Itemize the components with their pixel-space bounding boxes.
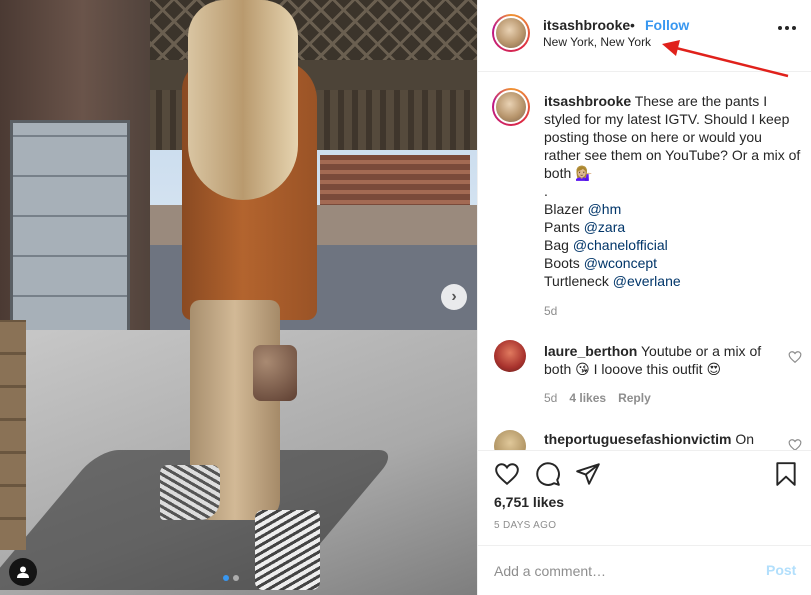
follow-button[interactable]: Follow xyxy=(645,17,689,33)
comment-input[interactable] xyxy=(494,560,744,582)
comment-meta: 5d 4 likes Reply xyxy=(544,391,651,405)
post-photo[interactable]: › xyxy=(0,0,477,595)
author-avatar[interactable] xyxy=(492,14,530,52)
caption-timestamp[interactable]: 5d xyxy=(544,304,557,318)
heart-icon[interactable] xyxy=(788,438,802,450)
comment-item: theportuguesefashionvictim On xyxy=(544,430,779,448)
post-header: itsashbrooke • Follow New York, New York xyxy=(478,0,811,72)
author-username[interactable]: itsashbrooke xyxy=(543,17,630,33)
post-side-panel: itsashbrooke • Follow New York, New York… xyxy=(477,0,811,595)
comment-text: On xyxy=(735,431,755,447)
chevron-right-icon: › xyxy=(451,288,457,305)
photo-boot-left xyxy=(160,465,220,520)
credit-label: Pants xyxy=(544,219,580,235)
photo-wood-wall xyxy=(0,320,26,550)
post-caption: itsashbrooke These are the pants I style… xyxy=(544,92,802,290)
caption-dot: . xyxy=(544,183,548,199)
comment-username[interactable]: theportuguesefashionvictim xyxy=(544,431,731,447)
carousel-dot xyxy=(223,575,229,581)
tagged-users-button[interactable] xyxy=(9,558,37,586)
comments-section: itsashbrooke These are the pants I style… xyxy=(478,72,811,450)
credit-label: Boots xyxy=(544,255,580,271)
comment-item: laure_berthon Youtube or a mix of both 😘… xyxy=(544,342,779,378)
photo-garage-door xyxy=(10,120,130,340)
photo-bridge-truss xyxy=(120,0,477,60)
more-horizontal-icon[interactable] xyxy=(778,22,802,34)
photo-person-hair xyxy=(188,0,298,200)
header-separator: • xyxy=(630,17,635,33)
post-date[interactable]: 5 DAYS AGO xyxy=(494,520,556,531)
comment-likes[interactable]: 4 likes xyxy=(569,391,606,405)
mention-link[interactable]: @wconcept xyxy=(584,255,657,271)
mention-link[interactable]: @everlane xyxy=(613,273,681,289)
bookmark-icon[interactable] xyxy=(773,461,799,487)
caption-author-avatar[interactable] xyxy=(492,88,530,126)
commenter-avatar[interactable] xyxy=(494,430,526,450)
post-actions: 6,751 likes 5 DAYS AGO xyxy=(478,450,811,545)
caption-username[interactable]: itsashbrooke xyxy=(544,93,631,109)
mention-link[interactable]: @chanelofficial xyxy=(573,237,668,253)
likes-count[interactable]: 6,751 likes xyxy=(494,494,564,510)
paper-plane-icon[interactable] xyxy=(575,461,601,487)
commenter-avatar[interactable] xyxy=(494,340,526,372)
mention-link[interactable]: @hm xyxy=(588,201,622,217)
carousel-dot xyxy=(233,575,239,581)
credit-label: Blazer xyxy=(544,201,584,217)
mention-link[interactable]: @zara xyxy=(584,219,625,235)
carousel-next-button[interactable]: › xyxy=(441,284,467,310)
heart-icon[interactable] xyxy=(494,461,520,487)
comment-icon[interactable] xyxy=(535,461,561,487)
photo-building xyxy=(0,0,150,360)
photo-bag xyxy=(253,345,297,401)
location-link[interactable]: New York, New York xyxy=(543,35,651,49)
comment-username[interactable]: laure_berthon xyxy=(544,343,637,359)
post-comment-button[interactable]: Post xyxy=(766,562,796,578)
add-comment-bar: Post xyxy=(478,545,811,595)
heart-icon[interactable] xyxy=(788,350,802,364)
user-icon xyxy=(17,566,29,578)
credit-label: Turtleneck xyxy=(544,273,609,289)
carousel-indicator xyxy=(223,575,239,581)
comment-timestamp[interactable]: 5d xyxy=(544,391,557,405)
reply-button[interactable]: Reply xyxy=(618,391,651,405)
photo-boot-right xyxy=(255,510,320,590)
credit-label: Bag xyxy=(544,237,569,253)
